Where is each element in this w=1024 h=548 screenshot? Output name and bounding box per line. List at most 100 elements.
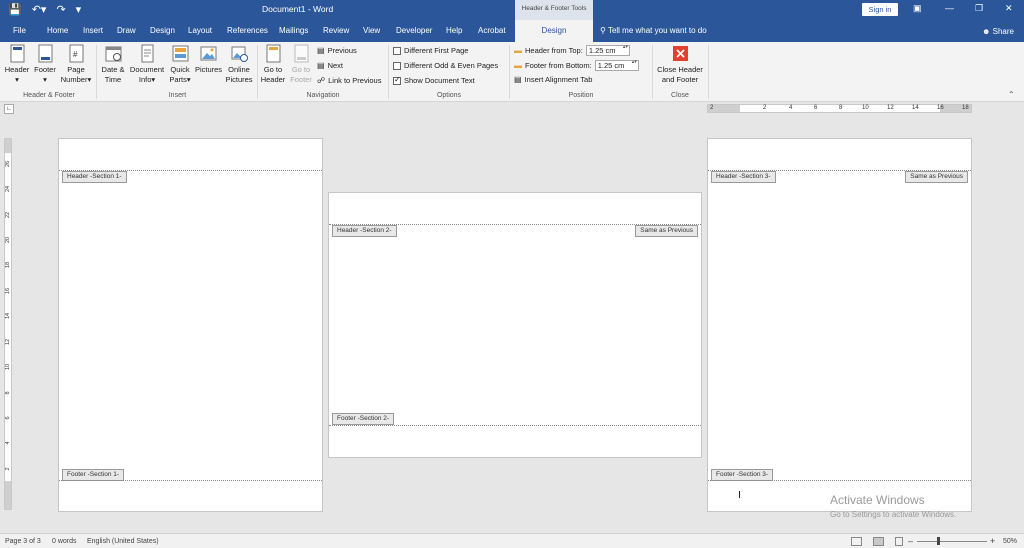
date-time-label-1: Date & — [101, 65, 125, 74]
share-label: Share — [992, 27, 1014, 36]
link-to-previous-button[interactable]: ☍ Link to Previous — [317, 76, 381, 85]
save-icon[interactable]: 💾 — [8, 3, 22, 16]
zoom-out-icon[interactable]: – — [908, 536, 913, 546]
show-document-text-checkbox[interactable]: Show Document Text — [393, 75, 475, 85]
tab-selector[interactable]: ∟ — [4, 104, 14, 114]
calendar-icon — [105, 46, 121, 62]
tab-home[interactable]: Home — [47, 26, 68, 35]
ruler-tick: 2 — [763, 105, 767, 111]
page-count[interactable]: Page 3 of 3 — [5, 538, 41, 545]
tab-developer[interactable]: Developer — [396, 26, 432, 35]
collapse-ribbon-icon[interactable]: ⌃ — [1008, 90, 1015, 99]
header-button[interactable]: Header ▾ — [3, 44, 31, 85]
ruler-tick: 4 — [789, 105, 793, 111]
group-label-options: Options — [436, 92, 462, 99]
close-icon — [672, 46, 688, 61]
document-info-button[interactable]: Document Info▾ — [128, 44, 166, 85]
go-to-header-button[interactable]: Go to Header — [259, 44, 287, 85]
footer-boundary — [708, 480, 971, 481]
maximize-icon[interactable]: ❐ — [975, 3, 983, 14]
zoom-slider[interactable] — [917, 541, 987, 542]
tab-references[interactable]: References — [227, 26, 268, 35]
previous-button[interactable]: ▤ Previous — [317, 46, 357, 55]
alignment-tab-icon: ▤ — [514, 75, 522, 84]
ruler-tick: 26 — [5, 160, 11, 167]
group-separator — [96, 45, 97, 99]
next-button[interactable]: ▤ Next — [317, 61, 343, 70]
zoom-in-icon[interactable]: + — [990, 536, 995, 546]
page-2[interactable]: Header -Section 2- Same as Previous Foot… — [328, 192, 702, 458]
tab-acrobat[interactable]: Acrobat — [478, 26, 506, 35]
pictures-label: Pictures — [194, 65, 223, 74]
minimize-icon[interactable]: — — [945, 3, 954, 13]
ruler-tick: 8 — [839, 105, 843, 111]
close-header-footer-label-2: and Footer — [661, 75, 699, 84]
next-label: Next — [327, 61, 343, 70]
ruler-tick: 14 — [5, 312, 11, 319]
customize-qat-icon[interactable]: ▾ — [76, 3, 82, 16]
tab-mailings[interactable]: Mailings — [279, 26, 308, 35]
quick-parts-button[interactable]: Quick Parts▾ — [167, 44, 193, 85]
tab-review[interactable]: Review — [323, 26, 349, 35]
close-window-icon[interactable]: ✕ — [1005, 3, 1013, 14]
activate-windows-subtitle: Go to Settings to activate Windows. — [830, 510, 957, 519]
share-button[interactable]: ☻ Share — [982, 27, 1014, 36]
header-section-tag: Header -Section 1- — [62, 171, 127, 183]
ribbon-display-options-icon[interactable]: ▣ — [913, 3, 922, 14]
tab-design-header-footer[interactable]: Design — [515, 20, 593, 42]
header-from-top-input[interactable]: 1.25 cm — [585, 45, 630, 56]
date-time-button[interactable]: Date & Time — [99, 44, 127, 85]
tell-me-search[interactable]: ⚲ Tell me what you want to do — [600, 26, 707, 35]
previous-icon: ▤ — [317, 46, 325, 55]
page-number-button[interactable]: # Page Number▾ — [59, 44, 93, 85]
footer-from-bottom-input[interactable]: 1.25 cm — [594, 60, 639, 71]
document-info-icon — [141, 44, 153, 63]
online-pictures-button[interactable]: Online Pictures — [223, 44, 255, 85]
language-indicator[interactable]: English (United States) — [87, 538, 159, 545]
close-header-footer-button[interactable]: Close Header and Footer — [654, 44, 706, 85]
different-first-page-label: Different First Page — [404, 46, 469, 55]
undo-icon[interactable]: ↶▾ — [32, 3, 47, 16]
chevron-down-icon: ▾ — [15, 75, 19, 84]
tab-layout[interactable]: Layout — [188, 26, 212, 35]
ruler-bottom-margin — [5, 481, 11, 509]
different-odd-even-checkbox[interactable]: Different Odd & Even Pages — [393, 61, 498, 70]
zoom-level[interactable]: 50% — [1003, 538, 1017, 545]
vertical-ruler[interactable]: 26 24 22 20 18 16 14 12 10 8 6 4 2 — [4, 138, 12, 510]
tab-draw[interactable]: Draw — [117, 26, 136, 35]
web-layout-icon[interactable] — [895, 537, 903, 546]
page-1[interactable]: Header -Section 1- Footer -Section 1- — [58, 138, 323, 512]
different-first-page-checkbox[interactable]: Different First Page — [393, 46, 468, 55]
go-to-header-label-2: Header — [260, 75, 286, 84]
document-info-label-2: Info — [138, 75, 152, 84]
horizontal-ruler[interactable]: 2 2 4 6 8 10 12 14 16 18 — [707, 104, 972, 113]
ruler-tick: 18 — [962, 105, 969, 111]
redo-icon[interactable]: ↷ — [56, 3, 65, 16]
tab-design[interactable]: Design — [150, 26, 175, 35]
footer-label: Footer — [34, 65, 56, 74]
ruler-tick: 2 — [5, 467, 11, 471]
group-label-header-footer: Header & Footer — [23, 92, 75, 99]
group-label-insert: Insert — [168, 92, 187, 99]
word-count[interactable]: 0 words — [52, 538, 77, 545]
pictures-button[interactable]: Pictures — [194, 44, 223, 75]
ruler-tick: 12 — [887, 105, 894, 111]
tab-view[interactable]: View — [363, 26, 380, 35]
group-separator — [652, 45, 653, 99]
zoom-slider-thumb[interactable] — [937, 537, 940, 545]
insert-alignment-tab-button[interactable]: ▤ Insert Alignment Tab — [514, 75, 592, 84]
go-to-footer-button[interactable]: Go to Footer — [287, 44, 315, 85]
group-separator — [257, 45, 258, 99]
tab-file[interactable]: File — [13, 26, 26, 35]
tab-help[interactable]: Help — [446, 26, 462, 35]
footer-button[interactable]: Footer ▾ — [31, 44, 59, 85]
page-3[interactable]: Header -Section 3- Same as Previous Foot… — [707, 138, 972, 512]
title-bar: 💾 ↶▾ ↷ ▾ Document1 - Word Header & Foote… — [0, 0, 1024, 20]
tab-insert[interactable]: Insert — [83, 26, 103, 35]
ribbon: Header ▾ Footer ▾ # Page Number▾ Header & F… — [0, 42, 1024, 102]
read-mode-icon[interactable] — [851, 537, 862, 546]
go-to-footer-icon — [294, 44, 308, 63]
print-layout-icon[interactable] — [873, 537, 884, 546]
sign-in-button[interactable]: Sign in — [862, 3, 898, 16]
next-icon: ▤ — [317, 61, 325, 70]
